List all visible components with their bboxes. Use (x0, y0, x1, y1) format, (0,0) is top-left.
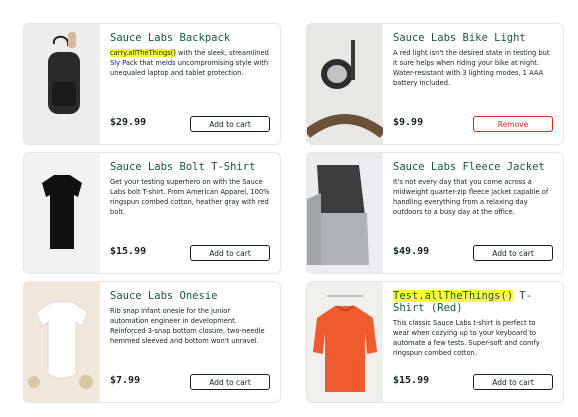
title-highlight: Test.allTheThings() (393, 290, 514, 302)
add-to-cart-button[interactable]: Add to cart (473, 245, 553, 261)
item-content: Sauce Labs Bike Light A red light isn't … (393, 32, 553, 136)
remove-button[interactable]: Remove (473, 116, 553, 132)
inventory-item: Sauce Labs Fleece Jacket It's not every … (306, 152, 564, 274)
product-price: $9.99 (393, 117, 424, 128)
product-description: This classic Sauce Labs t-shirt is perfe… (393, 318, 553, 358)
product-title[interactable]: Sauce Labs Backpack (110, 32, 270, 44)
inventory-item: Sauce Labs Bike Light A red light isn't … (306, 23, 564, 145)
product-image-bolt-tshirt[interactable] (24, 153, 100, 273)
product-image-red-tshirt[interactable] (307, 282, 383, 402)
desc-text: Get your testing superhero on with the S… (110, 178, 270, 216)
desc-highlight: carry.allTheThings() (110, 49, 176, 57)
product-price: $15.99 (110, 246, 147, 257)
desc-text: Rib snap infant onesie for the junior au… (110, 307, 265, 345)
inventory-list: Sauce Labs Backpack carry.allTheThings()… (0, 0, 578, 417)
product-price: $15.99 (393, 375, 430, 386)
item-content: Test.allTheThings() T-Shirt (Red) This c… (393, 290, 553, 394)
product-title[interactable]: Sauce Labs Onesie (110, 290, 270, 302)
inventory-item: Test.allTheThings() T-Shirt (Red) This c… (306, 281, 564, 403)
add-to-cart-button[interactable]: Add to cart (190, 245, 270, 261)
item-content: Sauce Labs Onesie Rib snap infant onesie… (110, 290, 270, 394)
desc-text: It's not every day that you come across … (393, 178, 549, 216)
product-description: It's not every day that you come across … (393, 177, 553, 217)
product-image-bike-light[interactable] (307, 24, 383, 144)
product-image-onesie[interactable] (24, 282, 100, 402)
product-price: $7.99 (110, 375, 141, 386)
item-content: Sauce Labs Bolt T-Shirt Get your testing… (110, 161, 270, 265)
product-description: A red light isn't the desired state in t… (393, 48, 553, 88)
product-description: carry.allTheThings() with the sleek, str… (110, 48, 270, 88)
item-content: Sauce Labs Backpack carry.allTheThings()… (110, 32, 270, 136)
inventory-item: Sauce Labs Bolt T-Shirt Get your testing… (23, 152, 281, 274)
inventory-item: Sauce Labs Onesie Rib snap infant onesie… (23, 281, 281, 403)
desc-text: A red light isn't the desired state in t… (393, 49, 550, 87)
product-title[interactable]: Sauce Labs Fleece Jacket (393, 161, 553, 173)
product-image-fleece-jacket[interactable] (307, 153, 383, 273)
product-title[interactable]: Sauce Labs Bike Light (393, 32, 553, 44)
product-price: $49.99 (393, 246, 430, 257)
product-title[interactable]: Sauce Labs Bolt T-Shirt (110, 161, 270, 173)
product-description: Rib snap infant onesie for the junior au… (110, 306, 270, 346)
add-to-cart-button[interactable]: Add to cart (190, 116, 270, 132)
inventory-item: Sauce Labs Backpack carry.allTheThings()… (23, 23, 281, 145)
product-title[interactable]: Test.allTheThings() T-Shirt (Red) (393, 290, 553, 314)
add-to-cart-button[interactable]: Add to cart (473, 374, 553, 390)
item-content: Sauce Labs Fleece Jacket It's not every … (393, 161, 553, 265)
product-price: $29.99 (110, 117, 147, 128)
product-description: Get your testing superhero on with the S… (110, 177, 270, 217)
add-to-cart-button[interactable]: Add to cart (190, 374, 270, 390)
product-image-backpack[interactable] (24, 24, 100, 144)
desc-text: This classic Sauce Labs t-shirt is perfe… (393, 319, 540, 357)
